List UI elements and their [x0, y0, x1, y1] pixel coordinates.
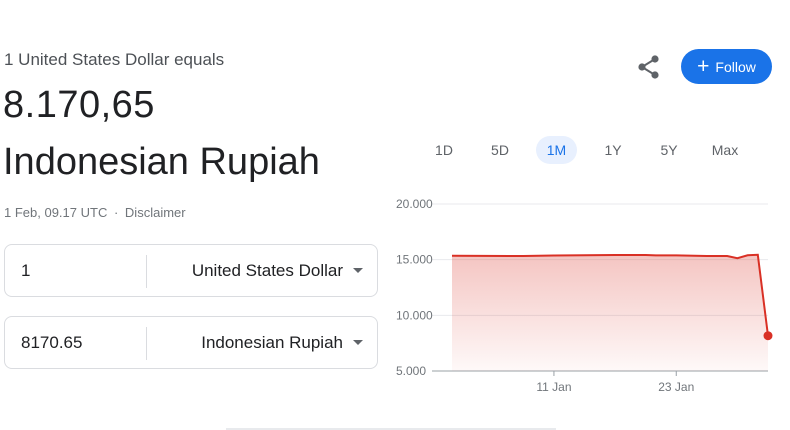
y-axis-labels: 20.000 15.000 10.000 5.000	[396, 197, 433, 378]
timestamp: 1 Feb, 09.17 UTC	[4, 205, 108, 220]
follow-label: Follow	[715, 58, 756, 75]
currency-select-usd[interactable]: United States Dollar	[192, 245, 363, 296]
dropdown-caret-icon	[353, 340, 363, 345]
tab-max[interactable]: Max	[703, 136, 747, 164]
tab-1y[interactable]: 1Y	[595, 136, 631, 164]
exchange-rate-value: 8.170,65	[3, 84, 155, 126]
x-tick-label: 23 Jan	[658, 380, 694, 394]
converter-row-idr: 8170.65 Indonesian Rupiah	[4, 316, 378, 369]
y-tick-label: 20.000	[396, 197, 433, 211]
y-tick-label: 10.000	[396, 308, 433, 322]
share-button[interactable]	[634, 52, 664, 82]
follow-button[interactable]: + Follow	[681, 49, 772, 84]
y-tick-label: 5.000	[396, 364, 426, 378]
tab-5y[interactable]: 5Y	[651, 136, 687, 164]
target-currency-name: Indonesian Rupiah	[3, 141, 320, 183]
amount-input-idr[interactable]: 8170.65	[21, 317, 82, 368]
conversion-equals-text: 1 United States Dollar equals	[4, 50, 225, 69]
tab-5d[interactable]: 5D	[482, 136, 518, 164]
separator: ·	[113, 205, 119, 220]
tab-1m[interactable]: 1M	[536, 136, 577, 164]
plus-icon: +	[697, 55, 710, 78]
disclaimer-link[interactable]: Disclaimer	[125, 205, 186, 220]
currency-select-idr[interactable]: Indonesian Rupiah	[201, 317, 363, 368]
converter-divider	[146, 327, 147, 360]
currency-select-label: Indonesian Rupiah	[201, 332, 343, 352]
amount-input-usd[interactable]: 1	[21, 245, 30, 296]
current-rate-dot	[763, 331, 773, 341]
tab-1d[interactable]: 1D	[426, 136, 462, 164]
converter-divider	[146, 255, 147, 288]
x-axis-ticks: 11 Jan 23 Jan	[536, 371, 694, 394]
rate-area	[452, 254, 768, 371]
converter-row-usd: 1 United States Dollar	[4, 244, 378, 297]
rate-meta: 1 Feb, 09.17 UTC · Disclaimer	[4, 205, 186, 220]
y-tick-label: 15.000	[396, 253, 433, 267]
exchange-rate-chart[interactable]: 20.000 15.000 10.000 5.000 11 Jan 23 Jan	[380, 190, 790, 400]
share-icon	[638, 55, 659, 79]
currency-select-label: United States Dollar	[191, 260, 343, 280]
dropdown-caret-icon	[353, 268, 363, 273]
x-tick-label: 11 Jan	[536, 380, 571, 394]
